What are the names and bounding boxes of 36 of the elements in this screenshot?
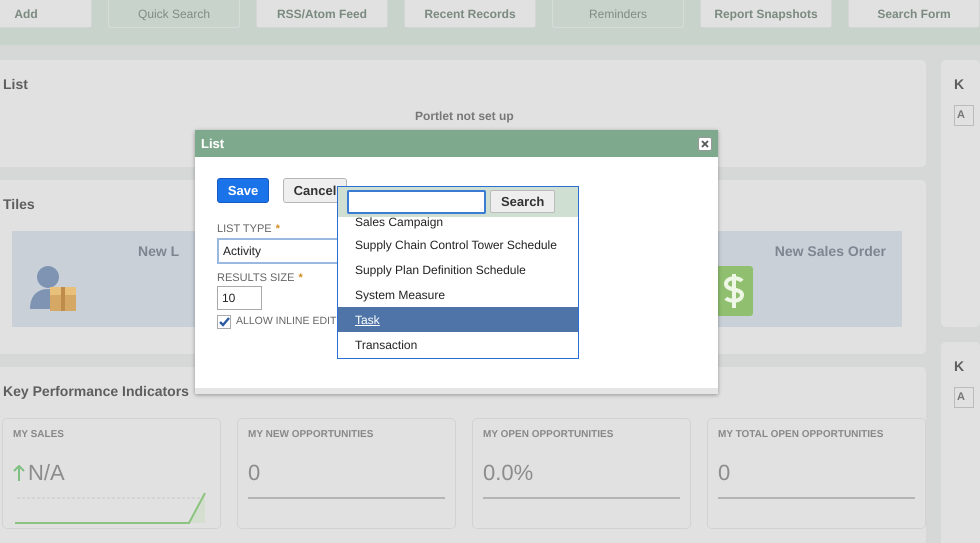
save-button[interactable]: Save <box>217 178 269 203</box>
dropdown-option[interactable]: System Measure <box>338 282 578 307</box>
field-label: LIST TYPE <box>217 223 272 235</box>
kpi-label: MY TOTAL OPEN OPPORTUNITIES <box>718 428 884 442</box>
dropdown-option[interactable]: Transaction <box>338 332 578 357</box>
portlet-title: K <box>954 357 964 376</box>
portlet-field[interactable]: A <box>954 105 974 126</box>
portlet-title: Tiles <box>3 195 35 214</box>
input-field[interactable]: 10 <box>217 286 262 310</box>
portlet-title: K <box>954 75 964 94</box>
portlet-title: List <box>3 75 28 94</box>
kpi-value: 0.0% <box>483 459 534 487</box>
checkbox-label: ALLOW INLINE EDIT <box>236 314 336 329</box>
toolbar-button[interactable]: Report Snapshots <box>700 0 832 28</box>
tile-label[interactable]: New L <box>138 241 180 262</box>
kpi-value: 0 <box>248 459 260 487</box>
required-mark: * <box>276 223 280 235</box>
field-label: RESULTS SIZE <box>217 272 294 284</box>
search-button[interactable]: Search <box>490 190 556 213</box>
kpi-label: MY OPEN OPPORTUNITIES <box>483 428 614 442</box>
dropdown-option[interactable]: Task <box>338 307 578 332</box>
toolbar-button[interactable]: Search Form <box>848 0 980 28</box>
dropdown-option[interactable]: Sales Campaign <box>338 213 578 232</box>
toolbar-button[interactable]: Add <box>0 0 92 28</box>
toolbar-button[interactable]: RSS/Atom Feed <box>256 0 388 28</box>
toolbar-button[interactable]: Recent Records <box>404 0 536 28</box>
dialog-title: List <box>201 134 224 153</box>
kpi-label: MY NEW OPPORTUNITIES <box>248 428 374 442</box>
required-mark: * <box>298 272 303 284</box>
kpi-value: N/A <box>28 459 65 487</box>
empty-message: Portlet not set up <box>415 108 514 125</box>
kpi-value: 0 <box>718 459 730 487</box>
tile-label[interactable]: New Sales Order <box>774 241 886 262</box>
portlet-title: Key Performance Indicators <box>3 382 189 401</box>
portlet-field[interactable]: A <box>954 387 974 408</box>
kpi-label: MY SALES <box>13 428 65 442</box>
